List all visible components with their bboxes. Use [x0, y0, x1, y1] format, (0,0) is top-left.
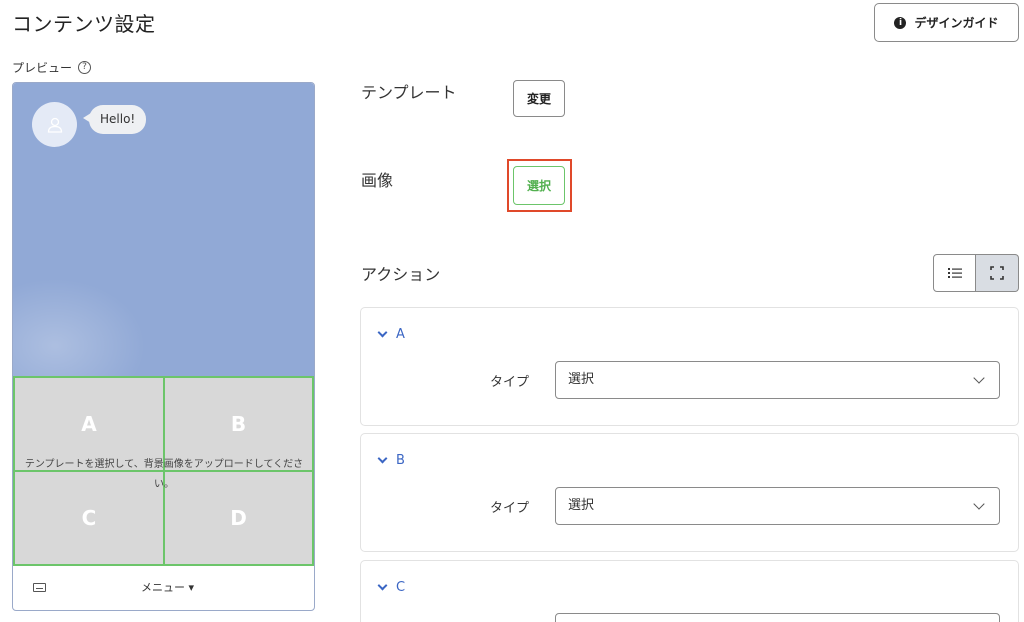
preview-phone: Hello! A B C D テンプレートを選択して、背景画像をアップロードして…: [12, 82, 315, 611]
view-toggle: [933, 254, 1020, 292]
avatar: [32, 102, 77, 147]
type-select-a[interactable]: 選択: [555, 361, 1000, 399]
action-card-b: B タイプ 選択: [360, 433, 1019, 552]
cloud-decoration: [13, 273, 153, 377]
list-view-button[interactable]: [933, 254, 976, 292]
action-name: B: [396, 453, 405, 468]
design-guide-button[interactable]: i デザインガイド: [874, 3, 1019, 42]
page-title: コンテンツ設定: [12, 12, 156, 36]
keyboard-icon[interactable]: [33, 583, 46, 592]
change-template-button[interactable]: 変更: [513, 80, 565, 117]
help-icon[interactable]: ?: [78, 61, 92, 74]
chat-bubble: Hello!: [89, 105, 147, 134]
full-view-button[interactable]: [976, 254, 1019, 292]
action-card-a: A タイプ 選択: [360, 307, 1019, 426]
type-select-value: 選択: [568, 498, 595, 513]
action-name: C: [396, 580, 406, 595]
preview-label: プレビュー ?: [12, 59, 92, 76]
type-label: タイプ: [490, 501, 530, 516]
expand-icon: [990, 266, 1004, 280]
preview-label-text: プレビュー: [12, 61, 73, 75]
type-select-b[interactable]: 選択: [555, 487, 1000, 525]
action-toggle-b[interactable]: B: [377, 453, 405, 468]
action-label: アクション: [361, 265, 441, 284]
user-icon: [47, 117, 62, 133]
action-toggle-c[interactable]: C: [377, 580, 406, 595]
type-label: タイプ: [490, 375, 530, 390]
select-image-button[interactable]: 選択: [513, 166, 565, 205]
chat-area: Hello!: [13, 83, 314, 377]
chevron-down-icon: [377, 580, 388, 591]
chevron-down-icon: [973, 498, 985, 510]
chevron-down-icon: [377, 453, 388, 464]
design-guide-label: デザインガイド: [914, 16, 999, 30]
info-icon: i: [894, 16, 907, 29]
type-select-value: 選択: [568, 372, 595, 387]
action-toggle-a[interactable]: A: [377, 327, 405, 342]
grid-hint: テンプレートを選択して、背景画像をアップロードしてください。: [24, 459, 304, 490]
action-card-c: C: [360, 560, 1019, 622]
image-label: 画像: [361, 171, 394, 190]
template-label: テンプレート: [361, 83, 457, 102]
type-select-c[interactable]: [555, 613, 1000, 622]
chevron-down-icon: [973, 372, 985, 384]
menu-bar: メニュー ▾: [13, 566, 314, 610]
list-icon: [947, 268, 962, 278]
action-name: A: [396, 327, 405, 342]
menu-toggle[interactable]: メニュー ▾: [141, 579, 194, 595]
chevron-down-icon: [377, 327, 388, 338]
richmenu-grid: A B C D テンプレートを選択して、背景画像をアップロードしてください。: [13, 376, 314, 566]
